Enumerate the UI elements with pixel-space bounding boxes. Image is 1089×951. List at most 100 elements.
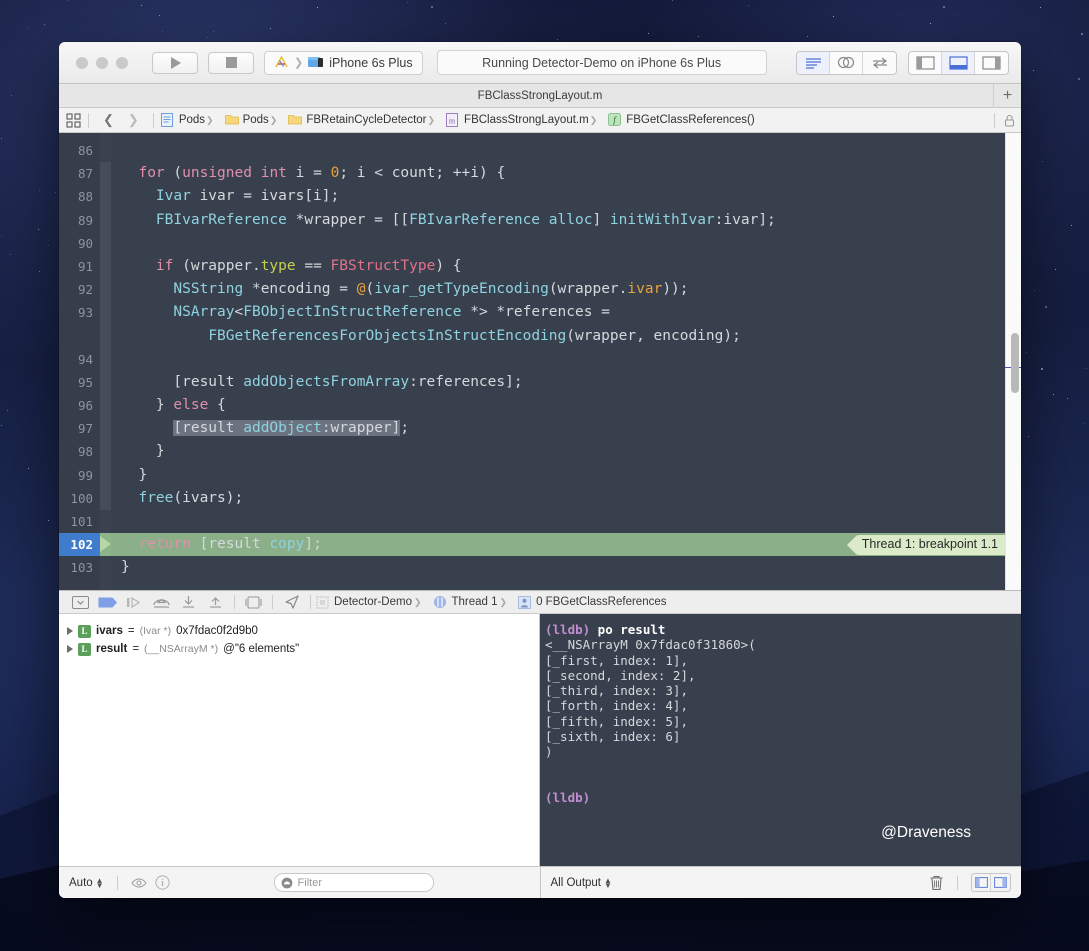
breakpoints-toggle-button[interactable] <box>94 592 121 612</box>
back-button[interactable]: ❮ <box>96 112 121 128</box>
new-tab-button[interactable]: + <box>993 84 1021 108</box>
console-view[interactable]: (lldb) po result <__NSArrayM 0x7fdac0f318… <box>540 614 1021 866</box>
assistant-editor-button[interactable] <box>830 51 863 74</box>
hide-debug-area-button[interactable] <box>67 592 94 612</box>
code-line[interactable]: NSArray<FBObjectInStructReference *> *re… <box>111 301 1021 324</box>
breakpoint-badge[interactable]: Thread 1: breakpoint 1.1 <box>846 534 1007 555</box>
zoom-button[interactable] <box>116 56 128 69</box>
breakpoint-slot[interactable] <box>100 533 111 557</box>
breakpoint-slot[interactable] <box>100 486 111 510</box>
info-icon[interactable] <box>154 875 170 890</box>
breakpoint-slot[interactable] <box>100 139 111 162</box>
navigator-toggle-button[interactable] <box>909 51 942 74</box>
breakpoint-slot[interactable] <box>100 556 111 579</box>
window-controls[interactable] <box>76 56 128 69</box>
code-line[interactable]: for (unsigned int i = 0; i < count; ++i)… <box>111 162 1021 185</box>
view-hierarchy-button[interactable] <box>240 592 267 612</box>
line-number[interactable]: 100 <box>59 487 100 510</box>
breakpoint-slot[interactable] <box>100 301 111 325</box>
related-items-icon[interactable] <box>66 112 81 128</box>
lock-icon[interactable] <box>1004 114 1015 127</box>
run-button[interactable] <box>152 51 198 74</box>
scheme-selector[interactable]: ❯ iPhone 6s Plus <box>264 50 423 75</box>
scope-popup[interactable]: Auto ▲ ▼ <box>69 876 104 889</box>
code-line[interactable]: NSString *encoding = @(ivar_getTypeEncod… <box>111 278 1021 301</box>
line-number[interactable]: 88 <box>59 185 100 208</box>
code-line[interactable] <box>111 232 1021 255</box>
breadcrumb-item-1[interactable]: Pods <box>205 113 269 127</box>
watch-eye-icon[interactable] <box>130 877 147 889</box>
utilities-toggle-button[interactable] <box>975 52 1008 74</box>
breadcrumb-item-4[interactable]: f FBGetClassReferences() <box>589 113 755 127</box>
code-line[interactable]: } else { <box>111 394 1021 417</box>
view-toggle-segments[interactable] <box>908 50 1009 75</box>
breakpoint-slot[interactable] <box>100 417 111 441</box>
disclosure-triangle-icon[interactable] <box>67 627 73 635</box>
breakpoint-slot[interactable] <box>100 162 111 186</box>
line-number[interactable]: 93 <box>59 301 100 324</box>
code-line[interactable]: FBGetReferencesForObjectsInStructEncodin… <box>111 325 1021 348</box>
line-number-gutter[interactable]: 86 87 88 89 90 91 92 93 94 95 96 97 98 99 100 101 102 103 <box>59 133 100 590</box>
line-number[interactable]: 102 <box>59 533 100 557</box>
breakpoint-slot[interactable] <box>100 440 111 464</box>
line-number[interactable]: 99 <box>59 464 100 487</box>
code-line[interactable]: } <box>111 464 1021 487</box>
code-line[interactable] <box>111 348 1021 371</box>
editor-mode-segments[interactable] <box>796 50 897 75</box>
line-number[interactable]: 95 <box>59 371 100 394</box>
variable-row[interactable]: L result = (__NSArrayM *) @"6 elements" <box>63 640 539 658</box>
standard-editor-button[interactable] <box>797 51 830 74</box>
breakpoint-slot[interactable] <box>100 370 111 395</box>
code-line[interactable]: Ivar ivar = ivars[i]; <box>111 185 1021 208</box>
breakpoint-slot[interactable] <box>100 185 111 209</box>
breakpoint-slot[interactable] <box>100 208 111 232</box>
line-number[interactable]: 87 <box>59 162 100 185</box>
stop-button[interactable] <box>208 51 254 74</box>
line-number[interactable]: 101 <box>59 510 100 533</box>
forward-button[interactable]: ❯ <box>121 112 146 128</box>
breakpoint-slot[interactable] <box>100 278 111 302</box>
breakpoint-slot[interactable] <box>100 394 111 418</box>
version-editor-button[interactable] <box>863 52 896 74</box>
debug-view-segments[interactable] <box>971 873 1011 892</box>
line-number[interactable]: 96 <box>59 394 100 417</box>
code-line[interactable]: if (wrapper.type == FBStructType) { <box>111 255 1021 278</box>
step-over-button[interactable] <box>148 592 175 612</box>
code-line[interactable]: } <box>111 440 1021 463</box>
line-number[interactable]: 91 <box>59 255 100 278</box>
code-line[interactable]: [result addObjectsFromArray:references]; <box>111 371 1021 394</box>
editor-scrollbar-thumb[interactable] <box>1011 333 1019 393</box>
active-tab-title[interactable]: FBClassStrongLayout.m <box>478 90 603 102</box>
code-content[interactable]: for (unsigned int i = 0; i < count; ++i)… <box>111 133 1021 590</box>
breakpoint-slot[interactable] <box>100 463 111 487</box>
step-into-button[interactable] <box>175 592 202 612</box>
breadcrumb-item-0[interactable]: Pods <box>160 113 205 127</box>
line-number[interactable]: 89 <box>59 209 100 232</box>
line-number[interactable]: 103 <box>59 556 100 579</box>
code-line[interactable]: FBIvarReference *wrapper = [[FBIvarRefer… <box>111 209 1021 232</box>
minimize-button[interactable] <box>96 56 108 69</box>
source-editor[interactable]: 86 87 88 89 90 91 92 93 94 95 96 97 98 99 100 101 102 103… <box>59 133 1021 590</box>
code-line[interactable] <box>111 139 1021 162</box>
breadcrumb-item-3[interactable]: m FBClassStrongLayout.m <box>427 113 589 127</box>
breakpoint-slot[interactable] <box>100 254 111 279</box>
continue-button[interactable] <box>121 592 148 612</box>
code-line[interactable]: } <box>111 556 1021 579</box>
line-number[interactable]: 92 <box>59 278 100 301</box>
line-number[interactable]: 86 <box>59 139 100 162</box>
step-out-button[interactable] <box>202 592 229 612</box>
breakpoint-slot[interactable] <box>100 510 111 533</box>
breakpoint-slot[interactable] <box>100 347 111 371</box>
filter-field[interactable]: Filter <box>273 873 434 892</box>
line-number[interactable]: 97 <box>59 417 100 440</box>
line-number[interactable]: 98 <box>59 440 100 463</box>
trash-icon[interactable] <box>929 875 944 891</box>
line-number[interactable]: 94 <box>59 348 100 371</box>
breakpoint-slot[interactable] <box>100 324 111 348</box>
debug-crumb-process[interactable]: Detector-Demo <box>316 596 412 609</box>
code-line[interactable]: [result addObject:wrapper]; <box>111 417 1021 440</box>
breadcrumb-item-2[interactable]: FBRetainCycleDetector <box>269 113 427 127</box>
code-line[interactable]: free(ivars); <box>111 487 1021 510</box>
debug-crumb-thread[interactable]: Thread 1 <box>412 595 498 609</box>
editor-scrollbar-track[interactable] <box>1005 133 1021 590</box>
